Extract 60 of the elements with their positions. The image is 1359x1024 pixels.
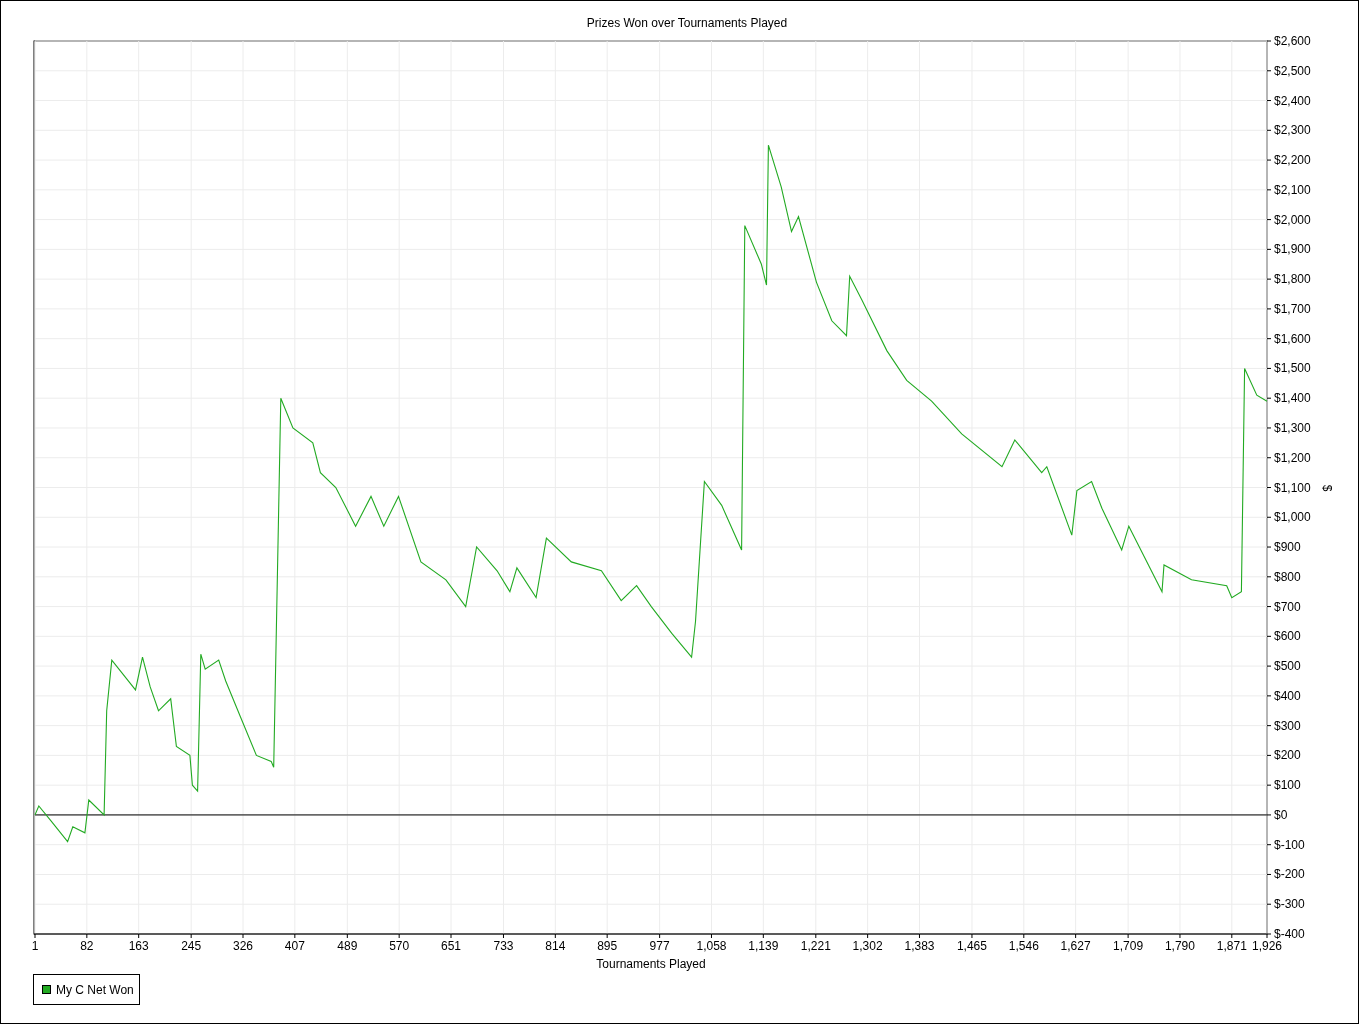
- x-tick-label: 245: [181, 939, 202, 953]
- x-tick-label: 1: [31, 939, 39, 953]
- y-tick-label: $500: [1274, 659, 1301, 674]
- x-tick-label: 1,709: [1113, 939, 1144, 953]
- x-tick-label: 489: [337, 939, 358, 953]
- y-tick-label: $1,500: [1274, 361, 1311, 376]
- x-tick-label: 1,383: [904, 939, 935, 953]
- y-tick-label: $-400: [1274, 927, 1305, 941]
- y-tick-label: $2,400: [1274, 93, 1311, 108]
- y-tick-label: $1,000: [1274, 510, 1311, 525]
- y-tick-label: $1,300: [1274, 420, 1311, 435]
- y-tick-label: $1,900: [1274, 242, 1311, 257]
- y-tick-label: $2,600: [1274, 34, 1311, 48]
- y-tick-label: $1,200: [1274, 450, 1311, 465]
- y-tick-label: $1,600: [1274, 331, 1311, 346]
- y-tick-label: $900: [1274, 540, 1301, 555]
- y-tick-label: $400: [1274, 688, 1301, 703]
- y-tick-label: $2,300: [1274, 123, 1311, 138]
- x-tick-label: 570: [389, 939, 410, 953]
- legend-label: My C Net Won: [56, 983, 134, 997]
- y-axis-label: $: [1320, 484, 1334, 492]
- y-tick-label: $700: [1274, 599, 1301, 614]
- y-tick-label: $2,500: [1274, 63, 1311, 78]
- x-tick-label: 326: [233, 939, 253, 953]
- x-tick-label: 895: [597, 939, 618, 953]
- x-tick-label: 1,926: [1252, 939, 1282, 953]
- x-tick-label: 1,465: [956, 939, 987, 953]
- x-tick-label: 733: [493, 939, 514, 953]
- y-tick-label: $100: [1274, 778, 1301, 793]
- y-tick-label: $600: [1274, 629, 1301, 644]
- y-tick-label: $800: [1274, 569, 1301, 584]
- y-tick-label: $2,200: [1274, 153, 1311, 168]
- y-tick-label: $2,000: [1274, 212, 1311, 227]
- y-tick-label: $-200: [1274, 867, 1305, 882]
- y-tick-label: $1,800: [1274, 272, 1311, 287]
- x-tick-label: 1,058: [696, 939, 727, 953]
- y-tick-label: $2,100: [1274, 182, 1311, 197]
- y-tick-label: $1,400: [1274, 391, 1311, 406]
- x-tick-label: 1,627: [1060, 939, 1091, 953]
- y-tick-label: $300: [1274, 718, 1301, 733]
- y-tick-label: $200: [1274, 748, 1301, 763]
- x-tick-label: 1,546: [1008, 939, 1039, 953]
- x-tick-label: 1,790: [1164, 939, 1195, 953]
- x-tick-label: 163: [128, 939, 149, 953]
- x-tick-label: 82: [80, 939, 94, 953]
- x-tick-label: 1,221: [800, 939, 831, 953]
- x-tick-label: 1,302: [852, 939, 883, 953]
- y-tick-label: $-300: [1274, 897, 1305, 912]
- x-tick-label: 814: [545, 939, 566, 953]
- x-tick-label: 977: [649, 939, 670, 953]
- chart-title: Prizes Won over Tournaments Played: [586, 16, 788, 30]
- y-tick-label: $1,700: [1274, 301, 1311, 316]
- y-tick-label: $0: [1274, 807, 1288, 822]
- x-tick-label: 1,871: [1216, 939, 1247, 953]
- y-tick-label: $1,100: [1274, 480, 1311, 495]
- x-tick-label: 651: [441, 939, 461, 953]
- x-tick-label: 407: [284, 939, 305, 953]
- x-axis-label: Tournaments Played: [596, 957, 706, 971]
- x-tick-label: 1,139: [748, 939, 779, 953]
- y-tick-label: $-100: [1274, 837, 1305, 852]
